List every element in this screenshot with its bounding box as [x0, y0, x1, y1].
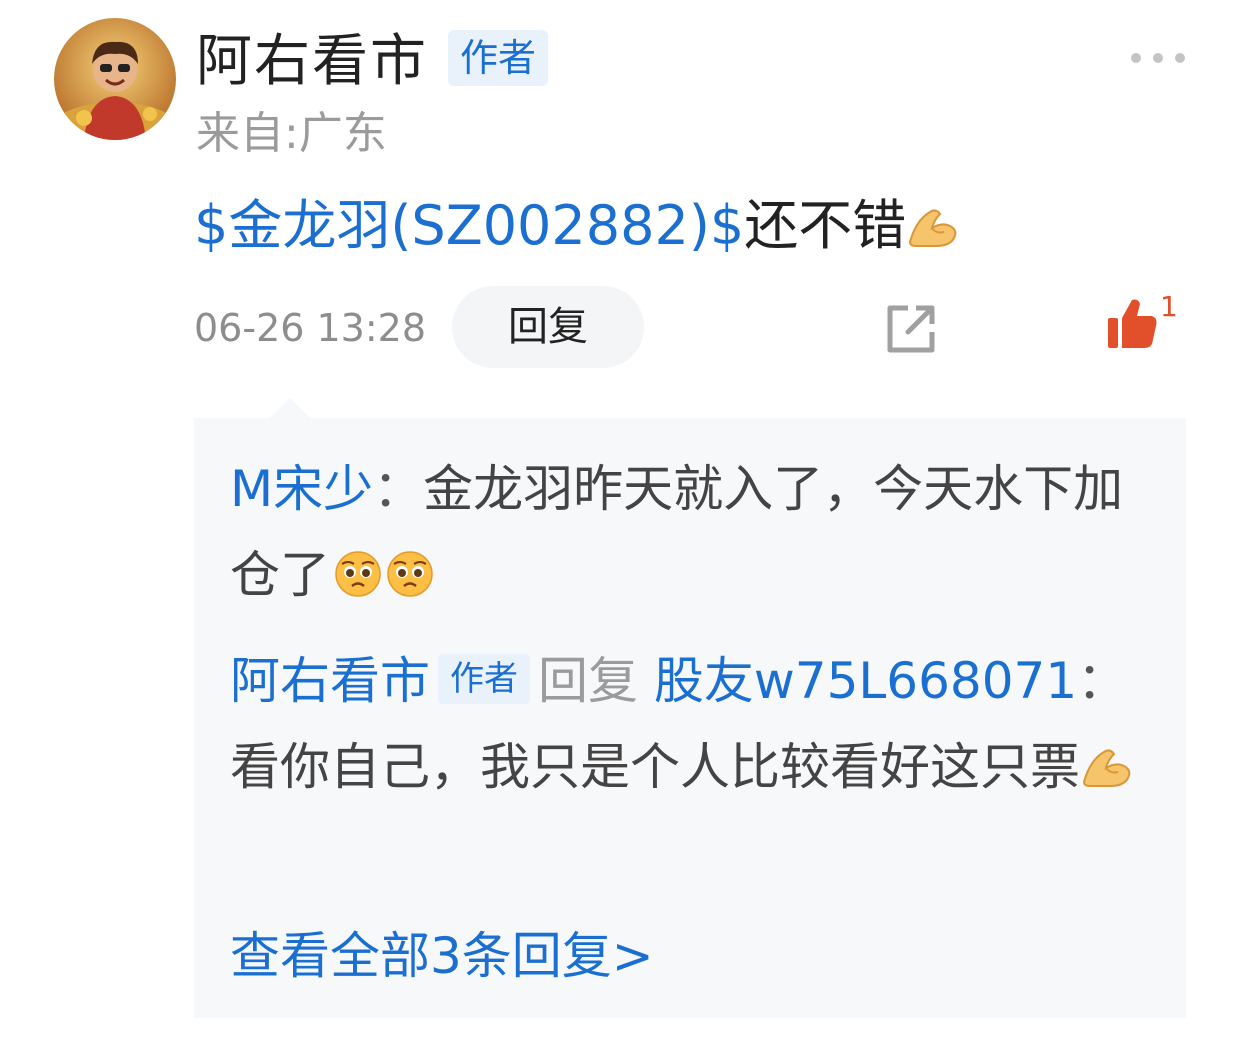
ok-hand-emoji	[1080, 730, 1134, 816]
view-all-replies-link[interactable]: 查看全部3条回复>	[230, 920, 654, 992]
reply-box-pointer	[270, 398, 310, 418]
reply-separator: ：	[373, 460, 424, 518]
pleading-face-emoji	[334, 538, 382, 624]
ok-hand-emoji	[906, 196, 960, 268]
reply-word: 回复	[538, 652, 638, 710]
author-badge: 作者	[448, 30, 549, 86]
stock-link[interactable]: $金龙羽(SZ002882)$	[194, 194, 744, 257]
like-count: 1	[1160, 290, 1178, 323]
reply-separator: ：	[1077, 652, 1128, 710]
avatar-image	[54, 18, 176, 140]
reply-item[interactable]: M宋少：金龙羽昨天就入了，今天水下加仓了	[230, 446, 1150, 624]
location-text: 来自:广东	[196, 108, 387, 159]
reply-user[interactable]: M宋少	[230, 460, 373, 518]
post-text: 还不错	[744, 194, 907, 257]
post-time: 06-26 13:28	[194, 306, 427, 350]
post-content: $金龙羽(SZ002882)$还不错	[194, 190, 960, 268]
reply-text: 看你自己，我只是个人比较看好这只票	[230, 738, 1080, 796]
reply-author-badge: 作者	[438, 654, 530, 704]
avatar[interactable]	[54, 18, 176, 140]
like-icon[interactable]	[1104, 296, 1160, 352]
author-name[interactable]: 阿右看市	[196, 26, 428, 98]
pleading-face-emoji	[386, 538, 434, 624]
more-icon[interactable]	[1128, 48, 1188, 68]
reply-button[interactable]: 回复	[452, 286, 644, 368]
reply-user[interactable]: 阿右看市	[230, 652, 430, 710]
reply-item[interactable]: 阿右看市 作者 回复 股友w75L668071： 看你自己，我只是个人比较看好这只票	[230, 638, 1150, 816]
reply-target-user[interactable]: 股友w75L668071	[654, 652, 1077, 710]
share-icon[interactable]	[882, 300, 940, 358]
